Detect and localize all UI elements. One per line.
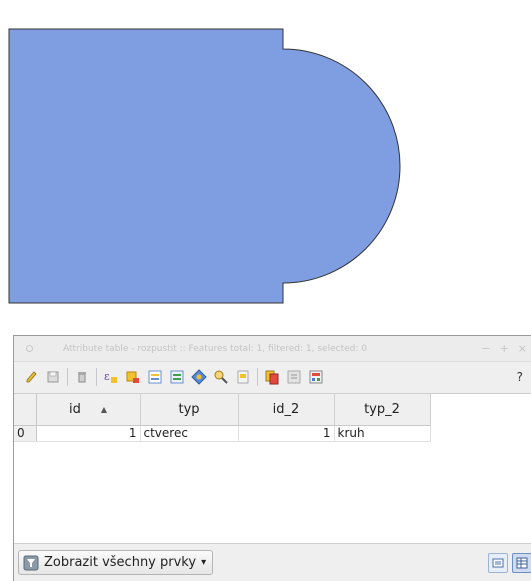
map-canvas[interactable] [0, 0, 531, 310]
column-header-label: id [68, 401, 81, 417]
maximize-button[interactable]: + [500, 342, 509, 355]
invert-selection-icon[interactable] [144, 366, 166, 388]
move-to-top-icon[interactable] [188, 366, 210, 388]
chevron-down-icon: ▾ [201, 557, 207, 568]
column-header-label: id_2 [272, 401, 300, 417]
toolbar-separator [96, 368, 97, 386]
field-calculator-icon[interactable] [305, 366, 327, 388]
feature-filter-button[interactable]: Zobrazit všechny prvky ▾ [18, 550, 214, 575]
column-header-label: typ [178, 401, 200, 417]
attribute-grid: id ▲ typ id_2 typ_2 0 1 ctverec 1 kruh [14, 394, 431, 442]
feature-filter-label: Zobrazit všechny prvky [44, 555, 197, 570]
deselect-icon[interactable] [166, 366, 188, 388]
column-header-id-2[interactable]: id_2 [238, 394, 335, 426]
cell-id[interactable]: 1 [36, 425, 141, 442]
table-view-icon [516, 557, 528, 569]
minimize-button[interactable]: − [481, 342, 490, 355]
window-title: Attribute table - rozpustit :: Features … [63, 343, 367, 354]
square-feature[interactable] [8, 28, 401, 304]
save-icon[interactable] [42, 366, 64, 388]
column-header-typ-2[interactable]: typ_2 [334, 394, 431, 426]
expression-select-icon[interactable]: ε [100, 366, 122, 388]
toolbar-separator [257, 368, 258, 386]
bottom-bar: Zobrazit všechny prvky ▾ [14, 543, 531, 581]
attribute-table-window: Attribute table - rozpustit :: Features … [13, 335, 531, 581]
pencil-icon[interactable] [20, 366, 42, 388]
delete-icon[interactable] [71, 366, 93, 388]
form-view-icon [492, 558, 504, 568]
window-titlebar[interactable]: Attribute table - rozpustit :: Features … [14, 336, 531, 362]
cell-typ-2[interactable]: kruh [334, 425, 431, 442]
close-button[interactable]: × [518, 342, 527, 355]
column-header-typ[interactable]: typ [140, 394, 239, 426]
help-button[interactable]: ? [517, 370, 523, 384]
form-view-button[interactable] [488, 553, 508, 573]
table-view-button[interactable] [512, 553, 531, 573]
zoom-to-selected-icon[interactable] [232, 366, 254, 388]
paste-icon[interactable] [283, 366, 305, 388]
filter-icon [23, 555, 39, 570]
attribute-table[interactable]: id ▲ typ id_2 typ_2 0 1 ctverec 1 kruh [14, 393, 531, 543]
window-menu-icon[interactable] [26, 345, 33, 352]
sort-ascending-icon: ▲ [100, 404, 108, 414]
svg-text:ε: ε [104, 370, 110, 383]
corner-header[interactable] [14, 394, 37, 426]
attribute-toolbar: ε ? [14, 362, 531, 392]
table-row[interactable]: 0 1 ctverec 1 kruh [14, 425, 431, 442]
toolbar-separator [67, 368, 68, 386]
table-header-row: id ▲ typ id_2 typ_2 [14, 394, 431, 426]
copy-icon[interactable] [261, 366, 283, 388]
pan-to-selected-icon[interactable] [210, 366, 232, 388]
select-all-icon[interactable] [122, 366, 144, 388]
cell-typ[interactable]: ctverec [140, 425, 239, 442]
column-header-id[interactable]: id ▲ [36, 394, 141, 426]
column-header-label: typ_2 [364, 401, 400, 417]
row-header[interactable]: 0 [14, 425, 37, 442]
cell-id-2[interactable]: 1 [238, 425, 335, 442]
